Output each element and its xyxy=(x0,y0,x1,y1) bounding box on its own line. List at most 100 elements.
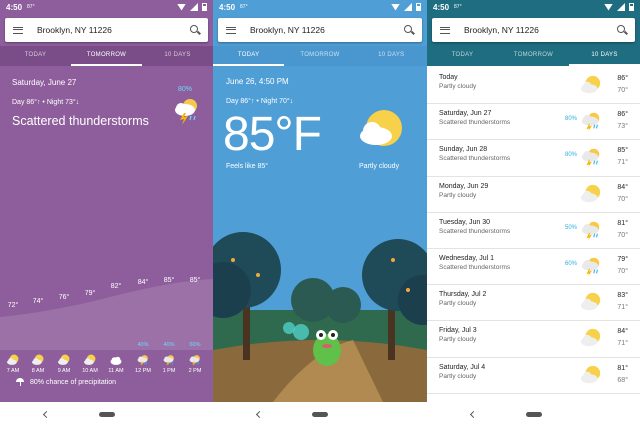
day-row[interactable]: Tuesday, Jun 30 Scattered thunderstorms 50… xyxy=(427,213,640,249)
status-temp: 87° xyxy=(240,4,248,10)
search-icon[interactable] xyxy=(190,25,200,35)
day-precip: 60% xyxy=(565,260,578,267)
hourly-time: 1 PM xyxy=(162,368,176,374)
day-low: 70° xyxy=(617,231,628,239)
tab-tomorrow[interactable]: TOMORROW xyxy=(284,46,355,66)
day-night-temps: Day 86°↑ • Night 70°↓ xyxy=(226,98,294,105)
forecast-date: Saturday, June 27 xyxy=(12,78,77,87)
day-name: Today xyxy=(439,74,458,81)
tab-10-days[interactable]: 10 DAYS xyxy=(356,46,427,66)
partly-cloudy-icon xyxy=(84,354,96,365)
day-high: 84° xyxy=(617,328,628,336)
day-name: Wednesday, Jul 1 xyxy=(439,254,494,262)
hourly-time: 7 AM xyxy=(6,368,20,374)
precip-percent: 80% xyxy=(178,86,193,93)
hourly-temp: 79° xyxy=(84,290,96,297)
wifi-icon xyxy=(177,3,186,11)
day-low: 70° xyxy=(617,267,628,275)
day-low: 71° xyxy=(617,304,628,312)
clock: 4:50 xyxy=(433,2,450,12)
nav-bar xyxy=(0,402,213,426)
umbrella-icon xyxy=(16,378,24,386)
back-icon[interactable] xyxy=(255,410,264,418)
status-bar: 4:50 87° xyxy=(213,0,427,14)
hourly-precip: 60% xyxy=(189,342,201,348)
day-low: 71° xyxy=(617,159,628,167)
day-condition: Partly cloudy xyxy=(439,83,477,90)
thunderstorm-icon xyxy=(581,112,600,132)
tomorrow-screen: 4:50 87° Brooklyn, NY 11226 TODAY TOMORR… xyxy=(0,0,213,426)
location-text: Brooklyn, NY 11226 xyxy=(250,25,325,35)
hourly-temp: 72° xyxy=(7,302,19,309)
day-condition: Scattered thunderstorms xyxy=(439,227,511,235)
day-low: 68° xyxy=(617,376,628,384)
day-row[interactable]: Wednesday, Jul 1 Scattered thunderstorms 6… xyxy=(427,249,640,286)
day-precip: 80% xyxy=(565,116,578,123)
hourly-time: 12 PM xyxy=(135,368,151,374)
tab-10-days[interactable]: 10 DAYS xyxy=(569,46,640,66)
location-search-bar[interactable]: Brooklyn, NY 11226 xyxy=(218,18,422,42)
hourly-temp: 84° xyxy=(137,279,149,286)
feels-like: Feels like 85° xyxy=(226,163,269,170)
day-name: Saturday, Jun 27 xyxy=(439,110,492,118)
day-condition: Partly cloudy xyxy=(439,191,477,199)
day-row[interactable]: Saturday, Jun 27 Scattered thunderstorms 8… xyxy=(427,104,640,141)
home-button[interactable] xyxy=(525,411,542,417)
day-high: 83° xyxy=(617,292,628,300)
partly-cloudy-icon xyxy=(7,354,19,365)
tab-tomorrow[interactable]: TOMORROW xyxy=(498,46,569,66)
day-high: 86° xyxy=(617,111,628,119)
day-row[interactable]: Thursday, Jul 2 Partly cloudy 83° 71° xyxy=(427,285,640,322)
day-name: Sunday, Jun 28 xyxy=(439,146,488,154)
battery-icon xyxy=(629,3,634,11)
partly-cloudy-icon xyxy=(360,110,402,146)
hourly-temp: 85° xyxy=(163,277,175,284)
day-precip: 50% xyxy=(565,224,578,231)
search-icon[interactable] xyxy=(617,25,627,35)
tab-10-days[interactable]: 10 DAYS xyxy=(142,46,213,66)
partly-cloudy-icon xyxy=(58,354,70,365)
battery-icon xyxy=(202,3,207,11)
menu-icon[interactable] xyxy=(440,26,450,34)
day-high: 85° xyxy=(617,147,628,155)
partly-cloudy-icon xyxy=(32,354,44,365)
hourly-time: 9 AM xyxy=(57,368,71,374)
day-low: 70° xyxy=(617,87,628,94)
back-icon[interactable] xyxy=(469,410,478,418)
location-search-bar[interactable]: Brooklyn, NY 11226 xyxy=(432,18,635,42)
signal-icon xyxy=(190,3,198,11)
hourly-time: 8 AM xyxy=(31,368,45,374)
hourly-item: 40% 1 PM xyxy=(156,342,182,374)
day-low: 73° xyxy=(617,123,628,131)
hourly-item: 10 AM xyxy=(77,353,103,374)
day-row[interactable]: Friday, Jul 3 Partly cloudy 84° 71° xyxy=(427,321,640,358)
home-button[interactable] xyxy=(98,411,115,417)
tab-today[interactable]: TODAY xyxy=(427,46,498,66)
hourly-item: 11 AM xyxy=(103,353,129,374)
menu-icon[interactable] xyxy=(13,26,23,34)
back-icon[interactable] xyxy=(42,410,51,418)
day-name: Thursday, Jul 2 xyxy=(439,291,487,299)
partly-cloudy-icon xyxy=(580,329,601,347)
tab-tomorrow[interactable]: TOMORROW xyxy=(71,46,142,66)
day-row[interactable]: Today Partly cloudy 86° 70° xyxy=(427,68,640,105)
tab-today[interactable]: TODAY xyxy=(213,46,285,66)
location-text: Brooklyn, NY 11226 xyxy=(37,25,112,35)
day-name: Friday, Jul 3 xyxy=(439,327,477,335)
nav-bar xyxy=(213,402,427,426)
menu-icon[interactable] xyxy=(226,26,236,34)
day-name: Monday, Jun 29 xyxy=(439,182,489,190)
battery-icon xyxy=(416,3,421,11)
hourly-forecast: 72° 7 AM 74° 8 AM 76° 9 AM 79° 10 AM 82° 11 AM 84°… xyxy=(0,275,213,374)
day-condition: Scattered thunderstorms xyxy=(439,119,511,127)
tab-today[interactable]: TODAY xyxy=(0,46,71,66)
day-row[interactable]: Monday, Jun 29 Partly cloudy 84° 70° xyxy=(427,177,640,213)
thunderstorm-icon xyxy=(175,99,197,125)
location-search-bar[interactable]: Brooklyn, NY 11226 xyxy=(5,18,208,42)
day-low: 71° xyxy=(617,340,628,348)
search-icon[interactable] xyxy=(404,25,414,35)
wifi-icon xyxy=(391,3,400,11)
home-button[interactable] xyxy=(312,411,328,417)
day-row[interactable]: Sunday, Jun 28 Scattered thunderstorms 80%… xyxy=(427,140,640,177)
day-row[interactable]: Saturday, Jul 4 Partly cloudy 81° 68° xyxy=(427,358,640,394)
